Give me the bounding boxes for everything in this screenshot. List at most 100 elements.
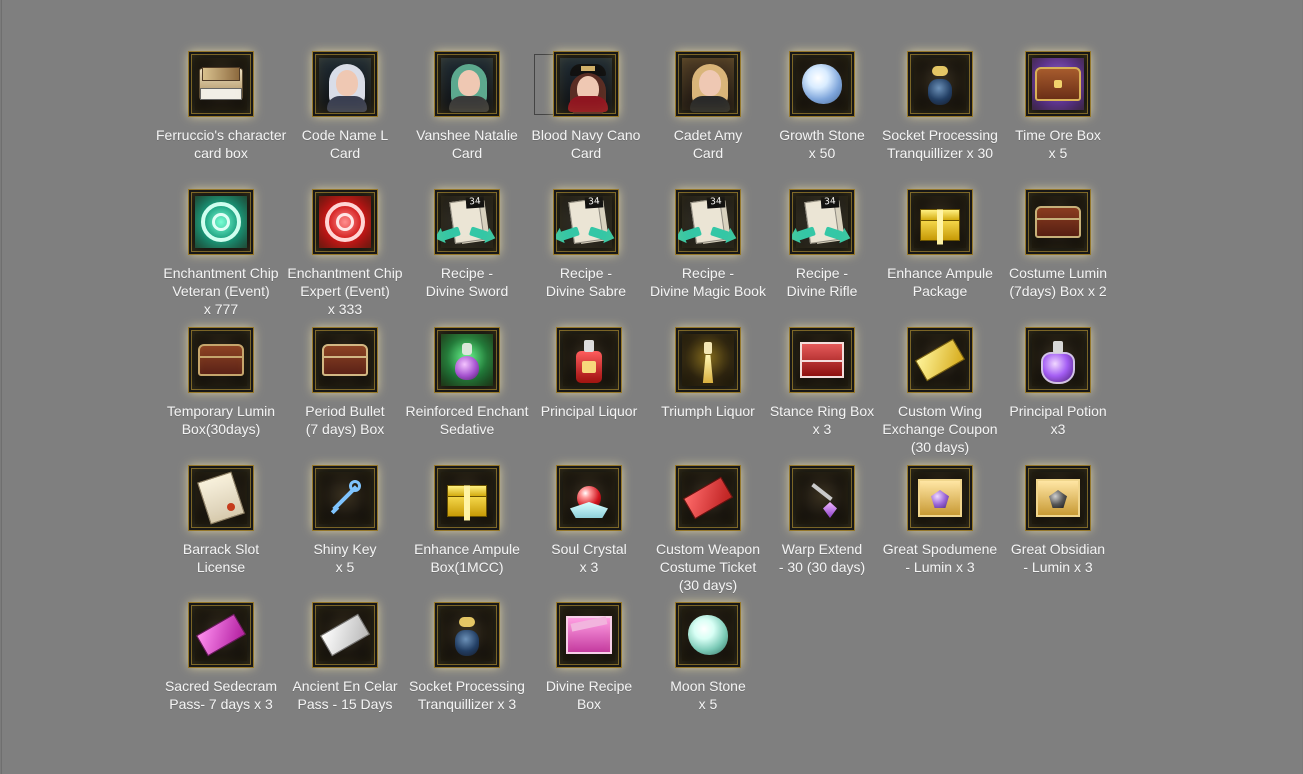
item-growth-stone[interactable]: Growth Stone x 50 (757, 52, 887, 162)
coupon-icon (908, 328, 972, 392)
item-recipe-divine-sabre[interactable]: 34 Recipe - Divine Sabre (521, 190, 651, 300)
item-shiny-key[interactable]: Shiny Key x 5 (280, 466, 410, 576)
item-label: Stance Ring Box x 3 (769, 403, 875, 437)
item-socket-processing-tranquillizer-30[interactable]: Socket Processing Tranquillizer x 30 (875, 52, 1005, 162)
recipe-icon: 34 (676, 190, 740, 254)
recipe-icon: 34 (790, 190, 854, 254)
item-label: Principal Liquor (540, 403, 638, 419)
item-label: Moon Stone x 5 (670, 678, 746, 712)
item-label: Custom Wing Exchange Coupon (30 days) (882, 403, 998, 455)
item-label: Soul Crystal x 3 (551, 541, 627, 575)
item-label: Growth Stone x 50 (779, 127, 865, 161)
item-triumph-liquor[interactable]: Triumph Liquor (643, 328, 773, 420)
stone-icon (790, 52, 854, 116)
item-enhance-ampule-box[interactable]: Enhance Ampule Box(1MCC) (402, 466, 532, 576)
item-label: Vanshee Natalie Card (416, 127, 518, 161)
chest-icon (313, 328, 377, 392)
gift-box-icon (435, 466, 499, 530)
portrait-card-icon (313, 52, 377, 116)
item-principal-liquor[interactable]: Principal Liquor (524, 328, 654, 420)
item-vanshee-natalie-card[interactable]: Vanshee Natalie Card (402, 52, 532, 162)
chest-icon (189, 328, 253, 392)
character-card-box-icon (189, 52, 253, 116)
item-label: Ferruccio's character card box (156, 127, 287, 161)
item-blood-navy-cano-card[interactable]: Blood Navy Cano Card (521, 52, 651, 162)
gem-box-icon (1026, 466, 1090, 530)
portrait-card-icon (435, 52, 499, 116)
item-label: Enchantment Chip Veteran (Event) x 777 (163, 265, 279, 317)
item-great-obsidian-lumin[interactable]: Great Obsidian - Lumin x 3 (993, 466, 1123, 576)
item-ancient-en-celar-pass[interactable]: Ancient En Celar Pass - 15 Days (280, 603, 410, 713)
item-label: Great Spodumene - Lumin x 3 (882, 541, 998, 575)
item-warp-extend[interactable]: Warp Extend - 30 (30 days) (757, 466, 887, 576)
pass-ticket-icon (189, 603, 253, 667)
item-label: Warp Extend - 30 (30 days) (778, 541, 866, 575)
item-label: Time Ore Box x 5 (1015, 127, 1101, 161)
item-label: Divine Recipe Box (545, 678, 633, 712)
liquor-bottle-icon (557, 328, 621, 392)
item-moon-stone[interactable]: Moon Stone x 5 (643, 603, 773, 713)
item-code-name-l-card[interactable]: Code Name L Card (280, 52, 410, 162)
item-recipe-divine-magic-book[interactable]: 34 Recipe - Divine Magic Book (643, 190, 773, 300)
potion-icon (435, 328, 499, 392)
portrait-card-icon (676, 52, 740, 116)
item-label: Recipe - Divine Sabre (545, 265, 627, 299)
item-period-bullet-box[interactable]: Period Bullet (7 days) Box (280, 328, 410, 438)
item-label: Socket Processing Tranquillizer x 3 (409, 678, 525, 712)
recipe-badge: 34 (465, 196, 485, 209)
item-label: Great Obsidian - Lumin x 3 (1010, 541, 1106, 575)
item-recipe-divine-rifle[interactable]: 34 Recipe - Divine Rifle (757, 190, 887, 300)
item-stance-ring-box[interactable]: Stance Ring Box x 3 (757, 328, 887, 438)
item-enchantment-chip-veteran-event[interactable]: Enchantment Chip Veteran (Event) x 777 (156, 190, 286, 318)
recipe-badge: 34 (706, 196, 726, 209)
item-barrack-slot-license[interactable]: Barrack Slot License (156, 466, 286, 576)
item-label: Ancient En Celar Pass - 15 Days (292, 678, 398, 712)
gem-box-icon (908, 466, 972, 530)
recipe-icon: 34 (435, 190, 499, 254)
item-soul-crystal[interactable]: Soul Crystal x 3 (524, 466, 654, 576)
item-reinforced-enchant-sedative[interactable]: Reinforced Enchant Sedative (402, 328, 532, 438)
item-label: Costume Lumin (7days) Box x 2 (1008, 265, 1108, 299)
portrait-card-icon (554, 52, 618, 116)
enchantment-chip-icon (313, 190, 377, 254)
item-label: Socket Processing Tranquillizer x 30 (882, 127, 998, 161)
ring-box-icon (790, 328, 854, 392)
item-time-ore-box[interactable]: Time Ore Box x 5 (993, 52, 1123, 162)
stone-icon (676, 603, 740, 667)
pouch-icon (908, 52, 972, 116)
item-great-spodumene-lumin[interactable]: Great Spodumene - Lumin x 3 (875, 466, 1005, 576)
item-divine-recipe-box[interactable]: Divine Recipe Box (524, 603, 654, 713)
item-sacred-sedecram-pass[interactable]: Sacred Sedecram Pass- 7 days x 3 (156, 603, 286, 713)
item-label: Recipe - Divine Sword (425, 265, 509, 299)
item-temporary-lumin-box[interactable]: Temporary Lumin Box(30days) (156, 328, 286, 438)
item-socket-processing-tranquillizer-3[interactable]: Socket Processing Tranquillizer x 3 (402, 603, 532, 713)
item-costume-lumin-box[interactable]: Costume Lumin (7days) Box x 2 (993, 190, 1123, 300)
gift-box-icon (908, 190, 972, 254)
item-ferruccio-character-card-box[interactable]: Ferruccio's character card box (156, 52, 286, 162)
item-label: Enhance Ampule Package (887, 265, 993, 299)
item-label: Recipe - Divine Rifle (786, 265, 858, 299)
item-label: Sacred Sedecram Pass- 7 days x 3 (164, 678, 278, 712)
item-label: Temporary Lumin Box(30days) (166, 403, 276, 437)
item-label: Blood Navy Cano Card (531, 127, 641, 161)
pass-ticket-icon (313, 603, 377, 667)
item-label: Recipe - Divine Magic Book (650, 265, 766, 299)
item-custom-wing-exchange-coupon[interactable]: Custom Wing Exchange Coupon (30 days) (875, 328, 1005, 456)
potion-icon (1026, 328, 1090, 392)
item-principal-potion[interactable]: Principal Potion x3 (993, 328, 1123, 438)
item-custom-weapon-costume-ticket[interactable]: Custom Weapon Costume Ticket (30 days) (643, 466, 773, 594)
item-enchantment-chip-expert-event[interactable]: Enchantment Chip Expert (Event) x 333 (280, 190, 410, 318)
item-cadet-amy-card[interactable]: Cadet Amy Card (643, 52, 773, 162)
item-label: Cadet Amy Card (673, 127, 743, 161)
ticket-icon (676, 466, 740, 530)
item-label: Barrack Slot License (182, 541, 260, 575)
item-recipe-divine-sword[interactable]: 34 Recipe - Divine Sword (402, 190, 532, 300)
item-enhance-ampule-package[interactable]: Enhance Ampule Package (875, 190, 1005, 300)
item-label: Reinforced Enchant Sedative (405, 403, 529, 437)
enchantment-chip-icon (189, 190, 253, 254)
chest-icon (1026, 190, 1090, 254)
item-label: Code Name L Card (301, 127, 389, 161)
recipe-icon: 34 (554, 190, 618, 254)
recipe-box-icon (557, 603, 621, 667)
item-label: Principal Potion x3 (1009, 403, 1107, 437)
